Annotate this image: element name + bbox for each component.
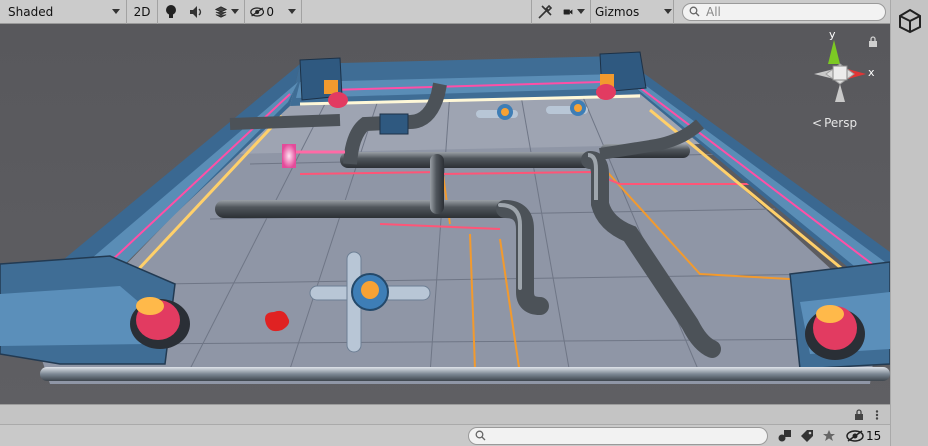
scene-toolbar: Shaded 2D 0 Gizmos All [0,0,890,24]
speaker-icon [190,5,202,18]
tools-icon [538,4,553,19]
shapes-icon [778,429,791,441]
layers-effects-icon [215,5,227,18]
chevron-down-icon [577,9,585,14]
star-icon [823,429,835,441]
projection-label: Persp [824,116,858,130]
favorites-button[interactable] [818,426,840,446]
gizmos-dropdown[interactable]: Gizmos [591,1,659,23]
gizmos-options-dropdown[interactable] [659,1,673,23]
scene-render [0,24,890,404]
filter-by-type-button[interactable] [774,426,796,446]
scene-search-input[interactable]: All [682,2,886,21]
search-icon [475,430,486,441]
menu-icon[interactable] [872,410,882,420]
tools-button[interactable] [532,1,558,23]
lock-icon[interactable] [854,409,864,421]
lightbulb-icon [166,4,176,18]
hidden-count: 0 [266,4,274,19]
bumper-back-left [328,92,348,108]
axis-y-label: y [829,28,836,41]
effects-dropdown[interactable] [210,1,244,23]
search-placeholder: All [706,4,721,19]
hidden-packages-toggle[interactable]: 15 [840,429,881,443]
lighting-toggle-button[interactable] [158,1,184,23]
hidden-layers-count: 15 [866,428,882,443]
audio-toggle-button[interactable] [184,1,210,23]
chevron-down-icon [231,9,239,14]
gizmos-label: Gizmos [595,4,640,19]
status-bar: 15 [0,424,890,446]
chevron-down-icon [288,9,296,14]
scene-viewport[interactable]: y x < Persp [0,24,890,404]
filter-by-label-button[interactable] [796,426,818,446]
chevron-down-icon [112,9,120,14]
search-icon [689,6,700,17]
chevron-down-icon [664,9,672,14]
draw-mode-label: Shaded [8,4,54,19]
project-search-input[interactable] [468,426,768,445]
bumper-back-right [596,84,616,100]
scene-visibility-toggle[interactable]: 0 [245,1,279,23]
camera-dropdown[interactable] [558,1,590,23]
axis-x-label: x [868,66,875,79]
draw-mode-dropdown[interactable]: Shaded [0,1,126,23]
projection-toggle[interactable]: < Persp [812,116,857,130]
eye-hidden-icon [250,6,265,17]
unity-logo-icon [899,8,921,34]
persp-arrow-icon: < [812,116,823,130]
tag-icon [801,429,813,442]
camera-icon [563,9,573,14]
gizmo-lock-icon[interactable] [868,36,878,48]
right-panel-strip [890,0,928,446]
eye-hidden-icon [846,429,864,442]
2d-label: 2D [133,4,151,19]
front-rail [40,367,890,381]
viewport-footer [0,404,890,424]
2d-toggle-button[interactable]: 2D [127,1,157,23]
visibility-dropdown[interactable] [279,1,301,23]
